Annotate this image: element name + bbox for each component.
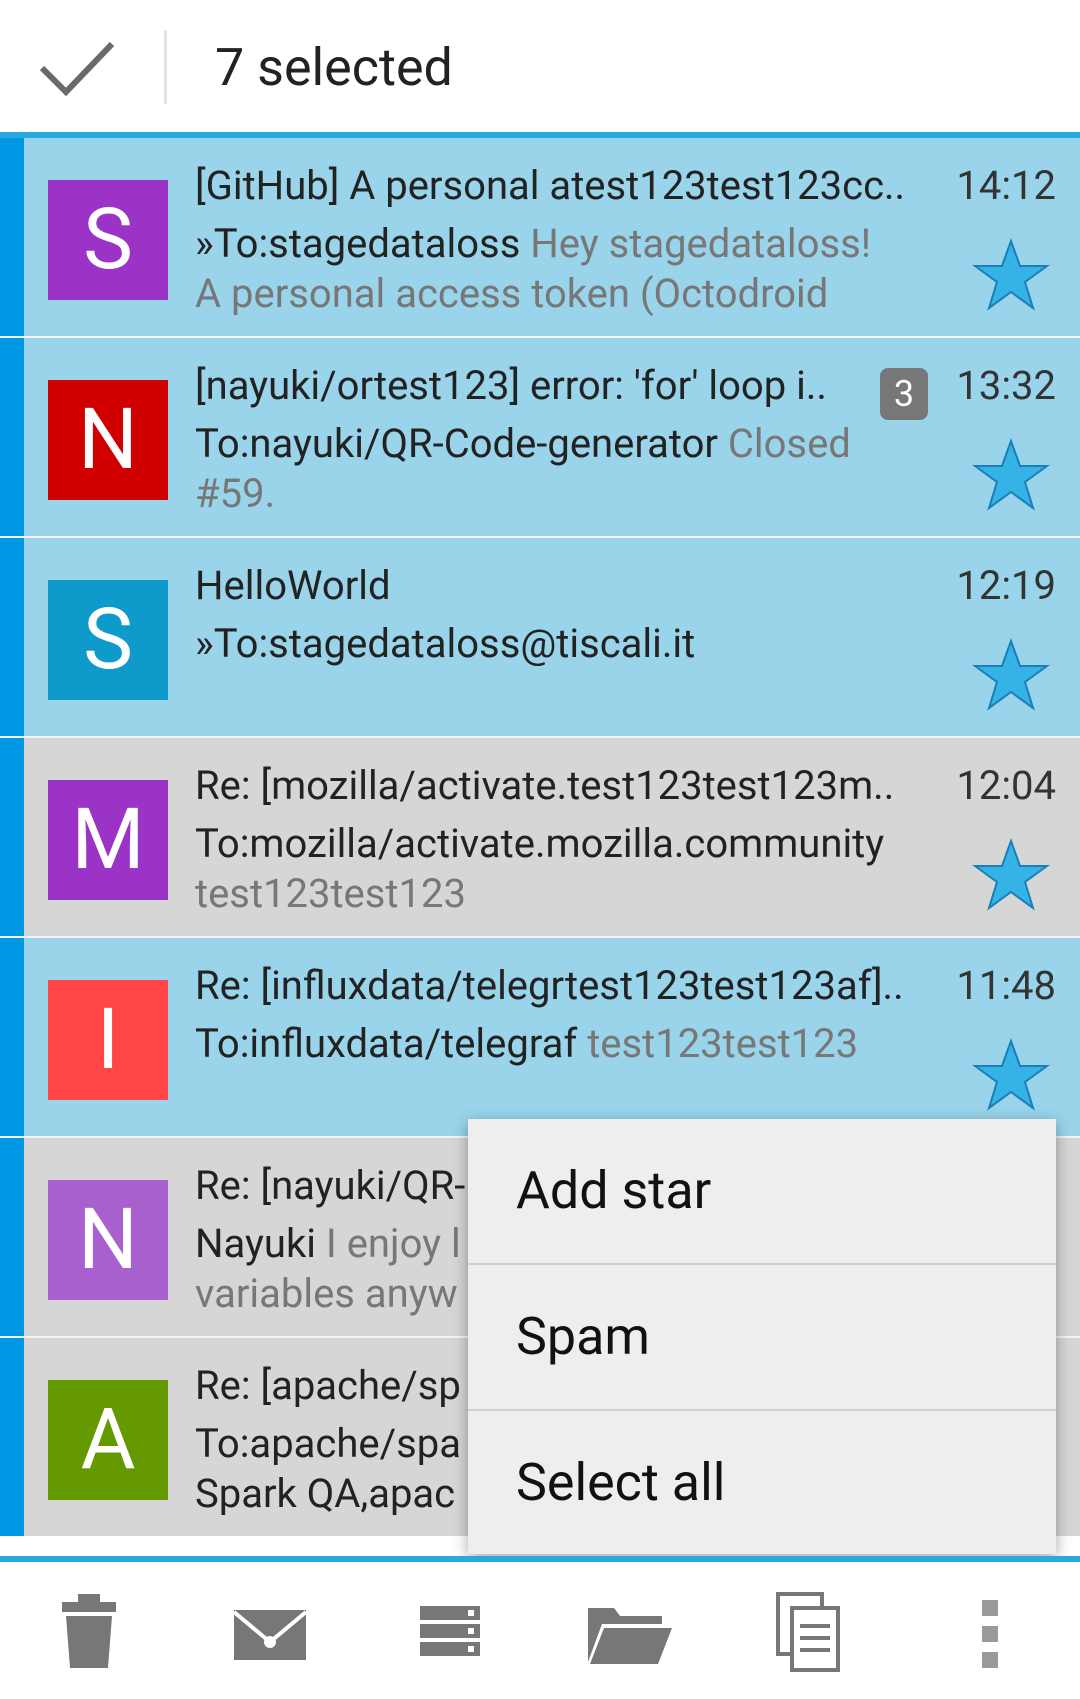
menu-item-spam[interactable]: Spam <box>468 1265 1056 1409</box>
message-subject: [nayuki/ortest123] error: 'for' loop i.. <box>195 362 827 409</box>
message-subject: [GitHub] A personal atest123test123cc.. <box>195 162 906 209</box>
star-icon[interactable] <box>972 1038 1050 1112</box>
message-recipient-line: To:mozilla/activate.mozilla.community <box>195 818 915 870</box>
recipient: »To:stagedataloss <box>195 220 521 267</box>
selection-indicator <box>0 738 24 936</box>
menu-item-select-all[interactable]: Select all <box>468 1411 1056 1555</box>
avatar[interactable]: S <box>48 580 168 700</box>
message-row[interactable]: M Re: [mozilla/activate.test123test123m.… <box>0 738 1080 938</box>
message-row[interactable]: I Re: [influxdata/telegrtest123test123af… <box>0 938 1080 1138</box>
recipient: To:nayuki/QR-Code-generator <box>195 420 718 467</box>
message-row[interactable]: S [GitHub] A personal atest123test123cc.… <box>0 138 1080 338</box>
message-time: 12:04 <box>956 762 1056 809</box>
message-subject: Re: [influxdata/telegrtest123test123af].… <box>195 962 904 1009</box>
selection-count-title: 7 selected <box>215 37 453 98</box>
message-time: 14:12 <box>956 162 1056 209</box>
preview-text: I enjoy l <box>325 1220 461 1267</box>
move-to-folder-icon[interactable] <box>584 1592 674 1672</box>
avatar[interactable]: I <box>48 980 168 1100</box>
mark-read-icon[interactable] <box>232 1592 308 1672</box>
selection-indicator <box>0 338 24 536</box>
bottom-action-bar <box>0 1562 1080 1699</box>
avatar[interactable]: N <box>48 1180 168 1300</box>
message-row[interactable]: S HelloWorld 12:19 »To:stagedataloss@tis… <box>0 538 1080 738</box>
message-time: 12:19 <box>956 562 1056 609</box>
message-recipient-line: To:nayuki/QR-Code-generator Closed <box>195 418 915 470</box>
message-subject: Re: [mozilla/activate.test123test123m.. <box>195 762 895 809</box>
avatar[interactable]: M <box>48 780 168 900</box>
selection-indicator <box>0 1338 24 1536</box>
menu-item-add-star[interactable]: Add star <box>468 1119 1056 1263</box>
avatar[interactable]: A <box>48 1380 168 1500</box>
star-icon[interactable] <box>972 238 1050 312</box>
star-icon[interactable] <box>972 438 1050 512</box>
toolbar-divider <box>164 30 167 104</box>
preview-text: Hey stagedataloss! <box>530 220 872 267</box>
avatar[interactable]: N <box>48 380 168 500</box>
selection-indicator <box>0 1138 24 1336</box>
preview-line: #59. <box>195 470 276 517</box>
overflow-menu: Add star Spam Select all <box>468 1119 1056 1554</box>
message-recipient-line: »To:stagedataloss Hey stagedataloss! <box>195 218 915 270</box>
message-recipient-line: To:influxdata/telegraf test123test123 <box>195 1018 915 1070</box>
preview-line: A personal access token (Octodroid <box>195 270 829 317</box>
recipient: To:mozilla/activate.mozilla.community <box>195 820 885 867</box>
preview-text: test123test123 <box>587 1020 859 1067</box>
selection-indicator <box>0 138 24 336</box>
star-icon[interactable] <box>972 838 1050 912</box>
delete-icon[interactable] <box>60 1592 118 1672</box>
avatar[interactable]: S <box>48 180 168 300</box>
action-bar: 7 selected <box>0 0 1080 134</box>
message-row[interactable]: N [nayuki/ortest123] error: 'for' loop i… <box>0 338 1080 538</box>
recipient: To:influxdata/telegraf <box>195 1020 578 1067</box>
check-done-icon[interactable] <box>36 38 116 98</box>
sender: Nayuki <box>195 1220 316 1267</box>
star-icon[interactable] <box>972 638 1050 712</box>
selection-indicator <box>0 938 24 1136</box>
copy-icon[interactable] <box>776 1592 840 1672</box>
message-time: 13:32 <box>956 362 1056 409</box>
preview-text: Closed <box>727 420 851 467</box>
message-subject: HelloWorld <box>195 562 391 609</box>
recipient: »To:stagedataloss@tiscali.it <box>195 620 696 667</box>
thread-count-badge: 3 <box>880 368 928 420</box>
more-vert-icon[interactable] <box>978 1592 1002 1672</box>
message-time: 11:48 <box>956 962 1056 1009</box>
recipient: To:apache/spa <box>195 1420 461 1467</box>
message-recipient-line: »To:stagedataloss@tiscali.it <box>195 618 915 670</box>
labels-icon[interactable] <box>418 1592 482 1672</box>
preview-line: test123test123 <box>195 870 466 917</box>
selection-indicator <box>0 538 24 736</box>
